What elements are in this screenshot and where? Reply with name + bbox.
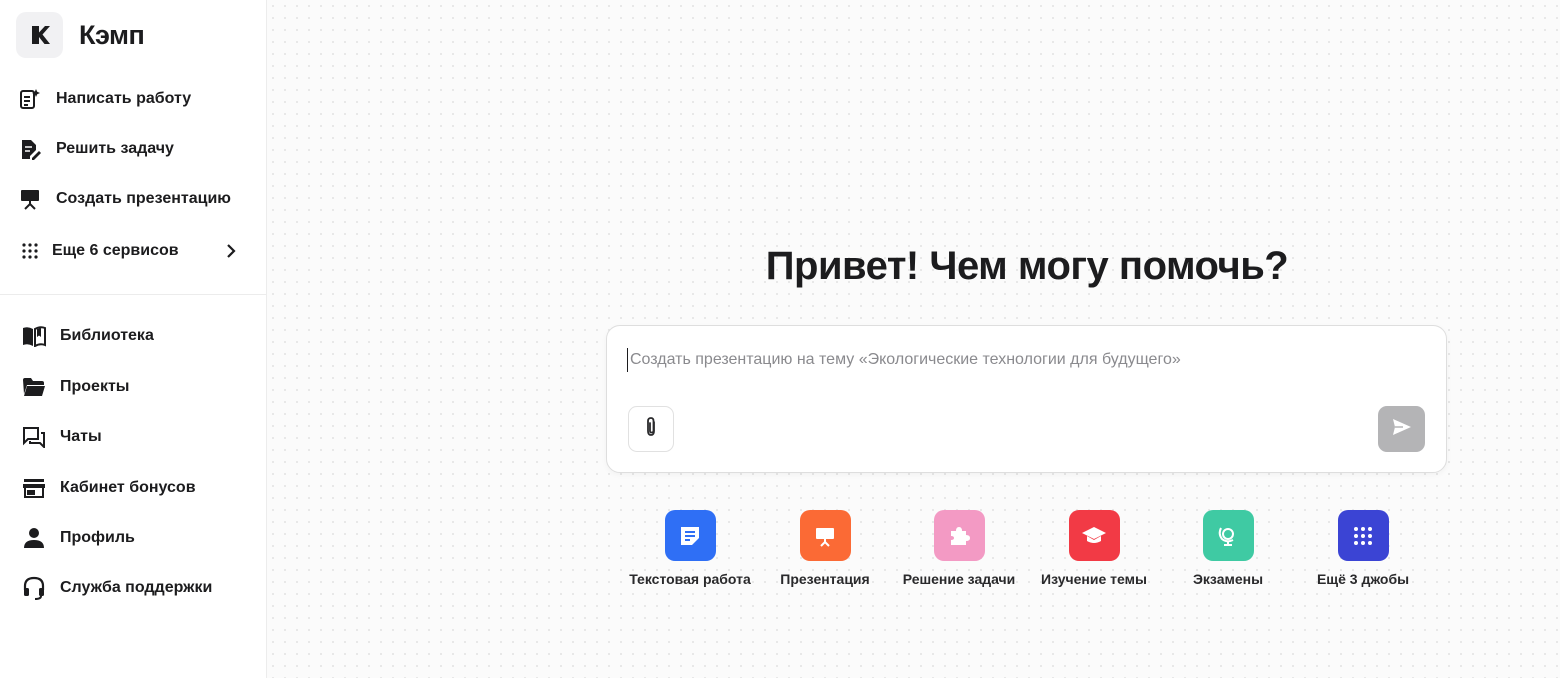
prompt-input[interactable]	[627, 348, 1417, 372]
store-icon	[22, 476, 46, 500]
headset-icon	[22, 576, 46, 600]
paperclip-icon	[644, 416, 658, 443]
logo-icon	[16, 12, 63, 58]
nav-solve-task[interactable]: Решить задачу	[18, 131, 250, 167]
folder-icon	[22, 375, 46, 399]
send-icon	[1392, 418, 1412, 441]
nav-label: Создать презентацию	[56, 190, 231, 207]
quick-action-task-solving[interactable]: Решение задачи	[889, 510, 1029, 587]
nav-label: Проекты	[60, 378, 130, 395]
nav-label: Написать работу	[56, 90, 192, 107]
nav-library[interactable]: Библиотека	[22, 318, 254, 354]
graduation-cap-icon	[1068, 510, 1120, 561]
quick-action-label: Текстовая работа	[629, 571, 751, 587]
logo[interactable]: Кэмп	[16, 12, 145, 58]
send-button[interactable]	[1378, 406, 1425, 452]
quick-action-exams[interactable]: Экзамены	[1158, 510, 1298, 587]
nav-label: Профиль	[60, 529, 135, 546]
edit-document-icon	[18, 137, 42, 161]
quick-action-label: Изучение темы	[1041, 571, 1147, 587]
nav-profile[interactable]: Профиль	[22, 520, 254, 556]
chevron-right-icon	[226, 243, 236, 264]
quick-action-label: Экзамены	[1192, 571, 1264, 587]
prompt-box	[606, 325, 1447, 473]
app-name: Кэмп	[79, 19, 145, 50]
quick-action-text-work[interactable]: Текстовая работа	[620, 510, 760, 587]
person-icon	[22, 526, 46, 550]
sidebar-divider	[0, 294, 266, 295]
chat-icon	[22, 425, 46, 449]
presentation-icon	[799, 510, 851, 561]
nav-more-services[interactable]: Еще 6 сервисов	[18, 233, 250, 269]
quick-action-label: Ещё 3 джобы	[1316, 571, 1410, 587]
presentation-icon	[18, 187, 42, 211]
book-icon	[22, 324, 46, 348]
nav-label: Служба поддержки	[60, 579, 213, 596]
nav-label: Библиотека	[60, 327, 154, 344]
text-document-icon	[664, 510, 716, 561]
nav-write-work[interactable]: Написать работу	[18, 81, 250, 117]
nav-bonus-cabinet[interactable]: Кабинет бонусов	[22, 470, 254, 506]
main-content: Привет! Чем могу помочь? Создать презент…	[267, 0, 1560, 678]
globe-icon	[1202, 510, 1254, 561]
quick-action-presentation[interactable]: Презентация	[755, 510, 895, 587]
attach-button[interactable]	[628, 406, 674, 452]
greeting-title: Привет! Чем могу помочь?	[765, 244, 1289, 288]
nav-support[interactable]: Служба поддержки	[22, 570, 254, 606]
nav-label: Еще 6 сервисов	[52, 242, 179, 259]
quick-action-more-jobs[interactable]: Ещё 3 джобы	[1293, 510, 1433, 587]
quick-action-label: Решение задачи	[902, 571, 1016, 587]
nav-create-presentation[interactable]: Создать презентацию	[18, 181, 250, 217]
nav-label: Кабинет бонусов	[60, 479, 196, 496]
sidebar: Кэмп Написать работу Решить задачу Созда…	[0, 0, 267, 678]
write-document-icon	[18, 87, 42, 111]
grid-icon	[1337, 510, 1389, 561]
nav-label: Решить задачу	[56, 140, 174, 157]
nav-chats[interactable]: Чаты	[22, 419, 254, 455]
nav-label: Чаты	[60, 428, 102, 445]
grid-icon	[18, 239, 42, 263]
quick-action-label: Презентация	[780, 571, 870, 587]
puzzle-icon	[933, 510, 985, 561]
quick-action-topic-study[interactable]: Изучение темы	[1024, 510, 1164, 587]
nav-projects[interactable]: Проекты	[22, 369, 254, 405]
